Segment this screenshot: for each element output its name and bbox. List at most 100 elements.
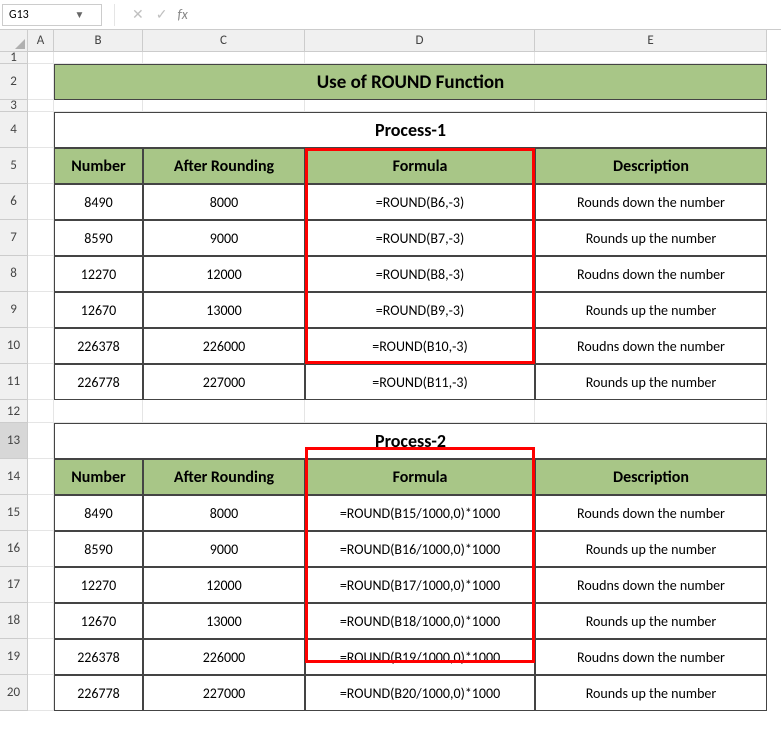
td-formula[interactable]: =ROUND(B7,-3) (305, 220, 535, 256)
cell[interactable] (28, 459, 54, 495)
col-header-D[interactable]: D (305, 30, 535, 52)
cell[interactable] (28, 220, 54, 256)
td-after[interactable]: 9000 (143, 220, 305, 256)
td-desc[interactable]: Rounds down the number (535, 184, 767, 220)
cell[interactable] (305, 52, 535, 64)
td-after[interactable]: 9000 (143, 531, 305, 567)
cell[interactable] (305, 100, 535, 112)
row-header-14[interactable]: 14 (0, 459, 28, 495)
cell[interactable] (28, 639, 54, 675)
row-header-15[interactable]: 15 (0, 495, 28, 531)
col-header-E[interactable]: E (535, 30, 767, 52)
cell[interactable] (28, 112, 54, 148)
cell[interactable] (28, 64, 54, 100)
row-header-16[interactable]: 16 (0, 531, 28, 567)
cell[interactable] (28, 531, 54, 567)
th-number[interactable]: Number (54, 148, 143, 184)
td-desc[interactable]: Rounds up the number (535, 220, 767, 256)
row-header-11[interactable]: 11 (0, 364, 28, 400)
cell[interactable] (143, 400, 305, 423)
cell[interactable] (54, 52, 143, 64)
td-after[interactable]: 8000 (143, 184, 305, 220)
row-header-19[interactable]: 19 (0, 639, 28, 675)
fx-icon[interactable]: fx (177, 6, 187, 23)
td-desc[interactable]: Rounds down the number (535, 495, 767, 531)
td-desc[interactable]: Rounds up the number (535, 675, 767, 711)
td-number[interactable]: 226778 (54, 675, 143, 711)
cell[interactable] (28, 256, 54, 292)
td-desc[interactable]: Roudns down the number (535, 567, 767, 603)
td-number[interactable]: 12270 (54, 567, 143, 603)
cell[interactable] (28, 184, 54, 220)
col-header-B[interactable]: B (54, 30, 143, 52)
name-box[interactable]: G13 ▼ (2, 4, 102, 26)
td-desc[interactable]: Roudns down the number (535, 328, 767, 364)
cells-area[interactable]: Use of ROUND FunctionProcess-1NumberAfte… (28, 52, 767, 711)
cell[interactable] (143, 100, 305, 112)
cell[interactable] (28, 148, 54, 184)
row-header-7[interactable]: 7 (0, 220, 28, 256)
cancel-icon[interactable]: ✕ (132, 6, 144, 23)
col-header-A[interactable]: A (28, 30, 54, 52)
row-header-12[interactable]: 12 (0, 400, 28, 423)
th-desc[interactable]: Description (535, 459, 767, 495)
td-formula[interactable]: =ROUND(B9,-3) (305, 292, 535, 328)
td-after[interactable]: 13000 (143, 603, 305, 639)
td-desc[interactable]: Rounds up the number (535, 603, 767, 639)
td-number[interactable]: 8490 (54, 184, 143, 220)
td-desc[interactable]: Roudns down the number (535, 639, 767, 675)
td-number[interactable]: 8590 (54, 531, 143, 567)
td-formula[interactable]: =ROUND(B6,-3) (305, 184, 535, 220)
formula-input[interactable] (188, 4, 781, 26)
page-title[interactable]: Use of ROUND Function (54, 64, 767, 100)
cell[interactable] (28, 364, 54, 400)
cell[interactable] (535, 52, 767, 64)
td-formula[interactable]: =ROUND(B16/1000,0)*1000 (305, 531, 535, 567)
row-header-17[interactable]: 17 (0, 567, 28, 603)
row-header-5[interactable]: 5 (0, 148, 28, 184)
td-after[interactable]: 13000 (143, 292, 305, 328)
name-box-dropdown-icon[interactable]: ▼ (52, 8, 101, 21)
td-after[interactable]: 8000 (143, 495, 305, 531)
td-number[interactable]: 226378 (54, 639, 143, 675)
cell[interactable] (28, 603, 54, 639)
th-after[interactable]: After Rounding (143, 148, 305, 184)
td-formula[interactable]: =ROUND(B20/1000,0)*1000 (305, 675, 535, 711)
td-after[interactable]: 12000 (143, 256, 305, 292)
td-formula[interactable]: =ROUND(B19/1000,0)*1000 (305, 639, 535, 675)
td-desc[interactable]: Roudns down the number (535, 256, 767, 292)
cell[interactable] (28, 423, 54, 459)
col-header-C[interactable]: C (143, 30, 305, 52)
cell[interactable] (28, 400, 54, 423)
td-number[interactable]: 12270 (54, 256, 143, 292)
td-number[interactable]: 8490 (54, 495, 143, 531)
cell[interactable] (54, 400, 143, 423)
row-header-18[interactable]: 18 (0, 603, 28, 639)
cell[interactable] (535, 100, 767, 112)
td-desc[interactable]: Rounds up the number (535, 531, 767, 567)
cell[interactable] (28, 292, 54, 328)
td-number[interactable]: 12670 (54, 292, 143, 328)
th-number[interactable]: Number (54, 459, 143, 495)
td-number[interactable]: 226778 (54, 364, 143, 400)
cell[interactable] (28, 100, 54, 112)
td-formula[interactable]: =ROUND(B18/1000,0)*1000 (305, 603, 535, 639)
row-header-4[interactable]: 4 (0, 112, 28, 148)
td-after[interactable]: 226000 (143, 639, 305, 675)
th-desc[interactable]: Description (535, 148, 767, 184)
cell[interactable] (143, 52, 305, 64)
td-number[interactable]: 12670 (54, 603, 143, 639)
td-formula[interactable]: =ROUND(B10,-3) (305, 328, 535, 364)
enter-icon[interactable]: ✓ (156, 6, 168, 23)
td-number[interactable]: 8590 (54, 220, 143, 256)
row-header-8[interactable]: 8 (0, 256, 28, 292)
row-header-2[interactable]: 2 (0, 64, 28, 100)
td-formula[interactable]: =ROUND(B15/1000,0)*1000 (305, 495, 535, 531)
td-after[interactable]: 12000 (143, 567, 305, 603)
td-formula[interactable]: =ROUND(B17/1000,0)*1000 (305, 567, 535, 603)
row-header-6[interactable]: 6 (0, 184, 28, 220)
section-title[interactable]: Process-1 (54, 112, 767, 148)
row-header-10[interactable]: 10 (0, 328, 28, 364)
th-formula[interactable]: Formula (305, 459, 535, 495)
cell[interactable] (28, 52, 54, 64)
